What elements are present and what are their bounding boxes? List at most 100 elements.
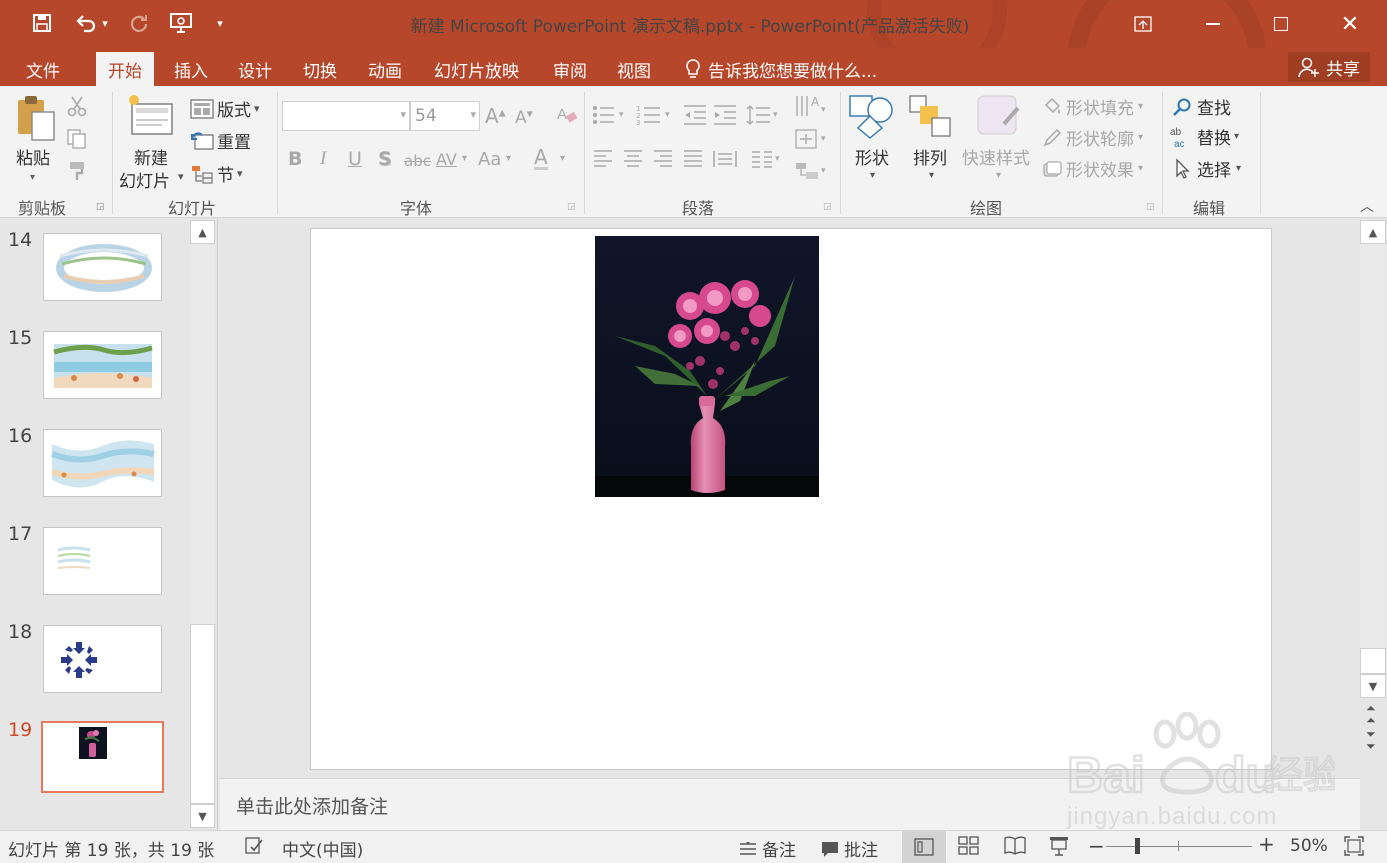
arrange-dropdown-icon[interactable]: ▾ xyxy=(929,170,934,181)
previous-slide-icon[interactable]: ⏶ ⏶ xyxy=(1366,702,1376,726)
copy-icon[interactable] xyxy=(66,128,90,154)
tab-review[interactable]: 审阅 xyxy=(549,52,591,86)
close-icon[interactable]: ✕ xyxy=(1327,0,1373,48)
cut-icon[interactable] xyxy=(66,95,88,121)
numbering-icon[interactable]: 1 2 3 ▾ xyxy=(636,104,674,130)
ribbon-display-options-icon[interactable] xyxy=(1120,0,1166,48)
change-case-dropdown-icon[interactable]: ▾ xyxy=(506,153,511,164)
shape-fill-button[interactable]: 形状填充 ▾ xyxy=(1042,94,1143,119)
arrange-button[interactable] xyxy=(908,94,954,144)
flower-vase-photo[interactable] xyxy=(595,236,819,497)
tab-design[interactable]: 设计 xyxy=(234,52,276,86)
decrease-font-icon[interactable]: A▼ xyxy=(515,108,533,128)
clear-formatting-icon[interactable]: A xyxy=(556,104,578,130)
strikethrough-button[interactable]: abc xyxy=(404,152,431,170)
save-icon[interactable] xyxy=(28,8,56,38)
normal-view-button[interactable] xyxy=(902,831,946,863)
tab-transitions[interactable]: 切换 xyxy=(299,52,341,86)
slide-thumbnail[interactable] xyxy=(43,233,162,301)
align-center-icon[interactable] xyxy=(622,148,644,174)
shape-effects-button[interactable]: 形状效果 ▾ xyxy=(1042,156,1143,181)
next-slide-icon[interactable]: ⏷ ⏷ xyxy=(1366,728,1376,752)
font-name-field[interactable]: ▾ xyxy=(282,101,410,131)
scroll-up-icon[interactable]: ▲ xyxy=(1360,220,1386,244)
slide-thumbnail[interactable] xyxy=(43,331,162,399)
justify-icon[interactable] xyxy=(682,148,704,174)
smartart-icon[interactable]: ▾ xyxy=(794,160,830,186)
tab-home[interactable]: 开始 xyxy=(96,52,154,86)
font-color-button[interactable]: A xyxy=(534,147,548,170)
bullets-icon[interactable]: ▾ xyxy=(592,104,628,130)
scrollbar-thumb[interactable] xyxy=(1360,648,1386,674)
font-color-dropdown-icon[interactable]: ▾ xyxy=(560,153,565,164)
tab-animations[interactable]: 动画 xyxy=(364,52,406,86)
tab-insert[interactable]: 插入 xyxy=(170,52,212,86)
comments-button[interactable]: 批注 xyxy=(820,836,878,861)
notes-toggle-button[interactable]: 备注 xyxy=(738,836,796,861)
tab-file[interactable]: 文件 xyxy=(22,52,64,86)
tab-view[interactable]: 视图 xyxy=(613,52,655,86)
slide-thumbnail-active[interactable] xyxy=(41,721,164,793)
align-text-icon[interactable]: ▾ xyxy=(794,128,830,154)
columns-icon[interactable]: ▾ xyxy=(750,148,784,174)
maximize-icon[interactable] xyxy=(1258,0,1304,48)
quick-styles-button[interactable] xyxy=(974,94,1022,144)
slide-thumbnail[interactable] xyxy=(43,625,162,693)
slideshow-view-icon[interactable] xyxy=(1048,835,1070,861)
font-size-field[interactable]: 54 ▾ xyxy=(410,101,480,131)
notes-pane[interactable]: 单击此处添加备注 xyxy=(220,778,1360,830)
new-slide-dropdown-icon[interactable]: ▾ xyxy=(178,170,184,183)
layout-button[interactable]: 版式 ▾ xyxy=(190,96,260,121)
bold-button[interactable]: B xyxy=(288,148,302,170)
start-slideshow-icon[interactable] xyxy=(168,8,196,38)
replace-button[interactable]: ab ac 替换 ▾ xyxy=(1170,124,1239,150)
zoom-in-icon[interactable]: + xyxy=(1258,832,1275,856)
zoom-level[interactable]: 50% xyxy=(1290,836,1328,856)
scrollbar-thumb[interactable] xyxy=(190,624,215,804)
collapse-ribbon-icon[interactable]: ︿ xyxy=(1360,196,1374,216)
format-painter-icon[interactable] xyxy=(68,160,90,186)
text-direction-icon[interactable]: A ▾ xyxy=(794,94,830,124)
character-spacing-dropdown-icon[interactable]: ▾ xyxy=(462,153,467,164)
scroll-up-icon[interactable]: ▲ xyxy=(190,220,215,244)
underline-button[interactable]: U xyxy=(348,148,362,170)
select-button[interactable]: 选择 ▾ xyxy=(1174,156,1241,181)
shapes-button[interactable] xyxy=(848,94,896,144)
minimize-icon[interactable] xyxy=(1190,0,1236,48)
zoom-slider-thumb[interactable] xyxy=(1135,838,1140,854)
slide-thumbnail[interactable] xyxy=(43,527,162,595)
align-right-icon[interactable] xyxy=(652,148,674,174)
language-status[interactable]: 中文(中国) xyxy=(282,836,363,861)
new-slide-button[interactable] xyxy=(126,92,176,142)
align-left-icon[interactable] xyxy=(592,148,614,174)
reading-view-icon[interactable] xyxy=(1004,836,1026,860)
tab-slideshow[interactable]: 幻灯片放映 xyxy=(430,52,523,86)
slide-thumbnail[interactable] xyxy=(43,429,162,497)
paste-button[interactable] xyxy=(14,94,58,146)
line-spacing-icon[interactable]: ▾ xyxy=(746,104,782,130)
undo-icon[interactable] xyxy=(72,8,100,38)
paragraph-launcher-icon[interactable]: ◲ xyxy=(823,202,832,212)
slide-scrollbar[interactable]: ▲ ▼ xyxy=(1360,220,1386,698)
distributed-icon[interactable] xyxy=(712,148,738,174)
character-spacing-button[interactable]: AV xyxy=(436,150,457,169)
zoom-slider[interactable] xyxy=(1106,846,1252,847)
shape-outline-button[interactable]: 形状轮廓 ▾ xyxy=(1042,125,1143,150)
share-button[interactable]: 共享 xyxy=(1288,52,1370,82)
redo-icon[interactable] xyxy=(125,8,153,38)
scroll-down-icon[interactable]: ▼ xyxy=(190,804,215,828)
thumbnail-scrollbar[interactable]: ▲ ▼ xyxy=(190,220,215,828)
paste-dropdown-icon[interactable]: ▾ xyxy=(30,172,35,183)
slide-sorter-icon[interactable] xyxy=(958,836,980,860)
increase-indent-icon[interactable] xyxy=(712,104,738,130)
italic-button[interactable]: I xyxy=(320,148,326,170)
increase-font-icon[interactable]: A▲ xyxy=(485,104,506,128)
shapes-dropdown-icon[interactable]: ▾ xyxy=(870,170,875,181)
section-button[interactable]: 节 ▾ xyxy=(190,161,243,186)
find-button[interactable]: 查找 xyxy=(1172,94,1231,119)
undo-dropdown-icon[interactable]: ▾ xyxy=(98,8,112,38)
scroll-down-icon[interactable]: ▼ xyxy=(1360,674,1386,698)
decrease-indent-icon[interactable] xyxy=(682,104,708,130)
tell-me-box[interactable]: 告诉我您想要做什么... xyxy=(680,52,881,86)
shadow-button[interactable]: S xyxy=(378,148,392,170)
